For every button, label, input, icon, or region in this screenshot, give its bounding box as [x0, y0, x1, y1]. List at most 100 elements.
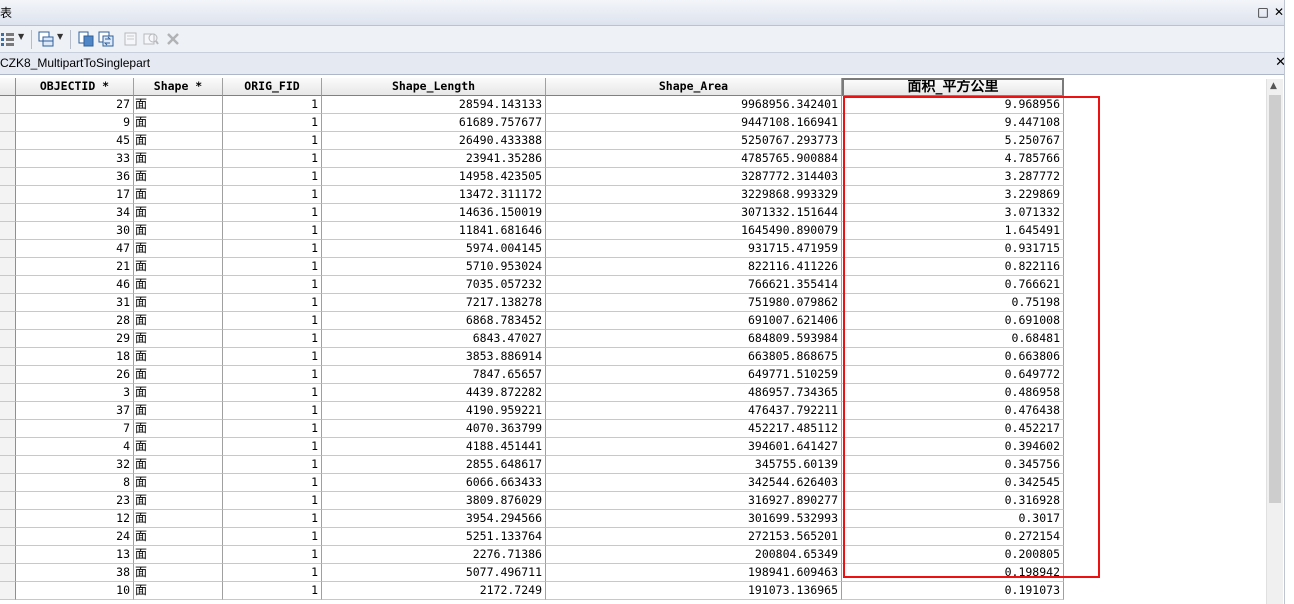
row-selector[interactable]: [0, 294, 16, 312]
cell-objectid[interactable]: 32: [16, 456, 134, 474]
cell-shape[interactable]: 面: [134, 456, 223, 474]
cell-area-sqkm[interactable]: 5.250767: [842, 132, 1064, 150]
row-selector[interactable]: [0, 564, 16, 582]
cell-shape-area[interactable]: 684809.593984: [546, 330, 842, 348]
cell-shape-area[interactable]: 342544.626403: [546, 474, 842, 492]
cell-orig-fid[interactable]: 1: [223, 438, 322, 456]
scrollbar-thumb[interactable]: [1269, 95, 1281, 503]
cell-shape-area[interactable]: 5250767.293773: [546, 132, 842, 150]
cell-area-sqkm[interactable]: 0.452217: [842, 420, 1064, 438]
clear-selection-icon[interactable]: [123, 31, 139, 47]
cell-area-sqkm[interactable]: 0.486958: [842, 384, 1064, 402]
switch-selection-icon[interactable]: [98, 31, 114, 47]
cell-area-sqkm[interactable]: 1.645491: [842, 222, 1064, 240]
table-row[interactable]: 34 面 1 14636.150019 3071332.151644 3.071332: [0, 204, 1065, 222]
row-selector[interactable]: [0, 330, 16, 348]
cell-area-sqkm[interactable]: 4.785766: [842, 150, 1064, 168]
cell-area-sqkm[interactable]: 0.822116: [842, 258, 1064, 276]
cell-area-sqkm[interactable]: 0.931715: [842, 240, 1064, 258]
cell-objectid[interactable]: 36: [16, 168, 134, 186]
cell-orig-fid[interactable]: 1: [223, 294, 322, 312]
row-selector[interactable]: [0, 456, 16, 474]
cell-shape[interactable]: 面: [134, 366, 223, 384]
cell-shape-area[interactable]: 649771.510259: [546, 366, 842, 384]
cell-shape-length[interactable]: 3853.886914: [322, 348, 546, 366]
cell-area-sqkm[interactable]: 0.316928: [842, 492, 1064, 510]
cell-shape-area[interactable]: 394601.641427: [546, 438, 842, 456]
cell-orig-fid[interactable]: 1: [223, 348, 322, 366]
cell-objectid[interactable]: 17: [16, 186, 134, 204]
row-selector[interactable]: [0, 582, 16, 600]
cell-shape-length[interactable]: 14636.150019: [322, 204, 546, 222]
cell-shape-area[interactable]: 3229868.993329: [546, 186, 842, 204]
cell-shape-length[interactable]: 6868.783452: [322, 312, 546, 330]
cell-objectid[interactable]: 37: [16, 402, 134, 420]
cell-shape[interactable]: 面: [134, 294, 223, 312]
table-row[interactable]: 27 面 1 28594.143133 9968956.342401 9.968956: [0, 96, 1065, 114]
row-selector[interactable]: [0, 240, 16, 258]
table-row[interactable]: 21 面 1 5710.953024 822116.411226 0.822116: [0, 258, 1065, 276]
scroll-up-icon[interactable]: ▲: [1270, 81, 1277, 91]
table-row[interactable]: 30 面 1 11841.681646 1645490.890079 1.645491: [0, 222, 1065, 240]
cell-shape[interactable]: 面: [134, 546, 223, 564]
table-row[interactable]: 47 面 1 5974.004145 931715.471959 0.931715: [0, 240, 1065, 258]
cell-area-sqkm[interactable]: 0.191073: [842, 582, 1064, 600]
table-row[interactable]: 13 面 1 2276.71386 200804.65349 0.200805: [0, 546, 1065, 564]
cell-objectid[interactable]: 10: [16, 582, 134, 600]
cell-shape-area[interactable]: 3287772.314403: [546, 168, 842, 186]
related-tables-dropdown-icon[interactable]: ▼: [57, 32, 63, 41]
table-row[interactable]: 18 面 1 3853.886914 663805.868675 0.663806: [0, 348, 1065, 366]
cell-shape-area[interactable]: 345755.60139: [546, 456, 842, 474]
row-selector[interactable]: [0, 528, 16, 546]
cell-orig-fid[interactable]: 1: [223, 564, 322, 582]
cell-shape-length[interactable]: 2172.7249: [322, 582, 546, 600]
cell-shape[interactable]: 面: [134, 474, 223, 492]
cell-shape-length[interactable]: 3954.294566: [322, 510, 546, 528]
cell-area-sqkm[interactable]: 3.287772: [842, 168, 1064, 186]
cell-shape-area[interactable]: 9447108.166941: [546, 114, 842, 132]
cell-objectid[interactable]: 8: [16, 474, 134, 492]
cell-shape-length[interactable]: 6843.47027: [322, 330, 546, 348]
column-header-shape[interactable]: Shape *: [134, 78, 223, 96]
row-selector[interactable]: [0, 258, 16, 276]
cell-shape[interactable]: 面: [134, 348, 223, 366]
table-row[interactable]: 12 面 1 3954.294566 301699.532993 0.3017: [0, 510, 1065, 528]
row-selector[interactable]: [0, 114, 16, 132]
related-tables-icon[interactable]: [38, 31, 54, 47]
table-row[interactable]: 7 面 1 4070.363799 452217.485112 0.452217: [0, 420, 1065, 438]
cell-orig-fid[interactable]: 1: [223, 582, 322, 600]
row-selector[interactable]: [0, 222, 16, 240]
table-row[interactable]: 28 面 1 6868.783452 691007.621406 0.691008: [0, 312, 1065, 330]
cell-shape[interactable]: 面: [134, 564, 223, 582]
cell-shape-length[interactable]: 28594.143133: [322, 96, 546, 114]
cell-orig-fid[interactable]: 1: [223, 546, 322, 564]
cell-orig-fid[interactable]: 1: [223, 276, 322, 294]
cell-orig-fid[interactable]: 1: [223, 492, 322, 510]
cell-objectid[interactable]: 21: [16, 258, 134, 276]
row-selector[interactable]: [0, 492, 16, 510]
cell-shape-area[interactable]: 766621.355414: [546, 276, 842, 294]
cell-shape[interactable]: 面: [134, 258, 223, 276]
cell-shape-area[interactable]: 301699.532993: [546, 510, 842, 528]
cell-area-sqkm[interactable]: 0.476438: [842, 402, 1064, 420]
cell-shape-area[interactable]: 452217.485112: [546, 420, 842, 438]
header-row-selector[interactable]: [0, 78, 16, 96]
cell-shape[interactable]: 面: [134, 186, 223, 204]
cell-shape-length[interactable]: 2276.71386: [322, 546, 546, 564]
cell-shape[interactable]: 面: [134, 150, 223, 168]
cell-shape-length[interactable]: 13472.311172: [322, 186, 546, 204]
cell-shape-length[interactable]: 26490.433388: [322, 132, 546, 150]
row-selector[interactable]: [0, 420, 16, 438]
table-row[interactable]: 17 面 1 13472.311172 3229868.993329 3.229869: [0, 186, 1065, 204]
cell-orig-fid[interactable]: 1: [223, 330, 322, 348]
cell-area-sqkm[interactable]: 9.447108: [842, 114, 1064, 132]
cell-shape[interactable]: 面: [134, 402, 223, 420]
cell-objectid[interactable]: 24: [16, 528, 134, 546]
row-selector[interactable]: [0, 402, 16, 420]
cell-area-sqkm[interactable]: 9.968956: [842, 96, 1064, 114]
cell-orig-fid[interactable]: 1: [223, 132, 322, 150]
cell-shape[interactable]: 面: [134, 96, 223, 114]
row-selector[interactable]: [0, 204, 16, 222]
cell-shape-length[interactable]: 5974.004145: [322, 240, 546, 258]
table-row[interactable]: 4 面 1 4188.451441 394601.641427 0.394602: [0, 438, 1065, 456]
